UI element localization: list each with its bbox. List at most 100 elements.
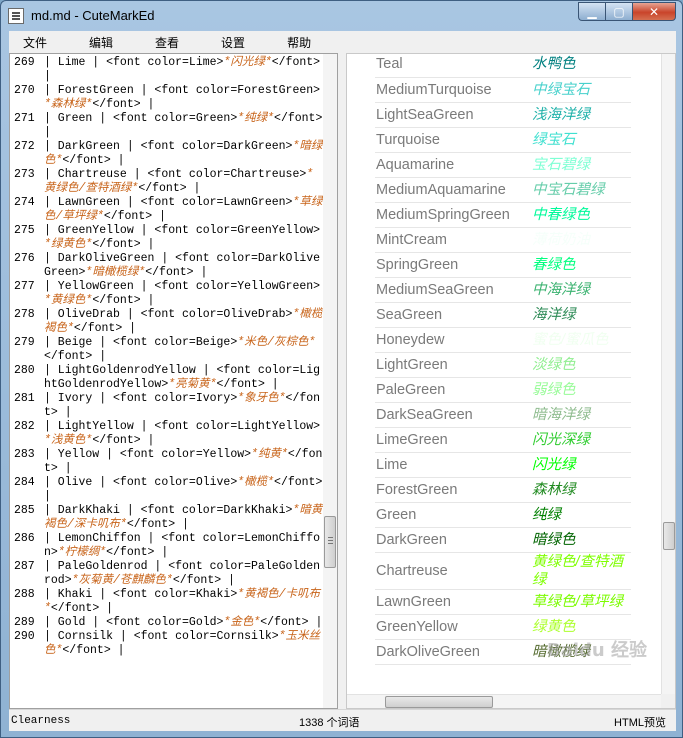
code-markup: | Cornsilk | <font color=Cornsilk> bbox=[44, 630, 279, 643]
color-name: LawnGreen bbox=[375, 589, 529, 615]
color-sample-label: 闪光深绿 bbox=[529, 427, 631, 453]
line-number: 278 bbox=[14, 308, 35, 321]
minimize-button[interactable]: ▁ bbox=[578, 2, 605, 21]
color-name: Green bbox=[375, 502, 529, 528]
code-text: | Chartreuse | <font color=Chartreuse>*黄… bbox=[44, 168, 324, 196]
code-emphasis: *灰菊黄/苍麒麟色* bbox=[71, 574, 173, 587]
code-emphasis: *金色* bbox=[223, 616, 261, 629]
code-markup: | Chartreuse | <font color=Chartreuse> bbox=[44, 168, 307, 181]
color-row: ForestGreen 森林绿 bbox=[375, 477, 631, 503]
color-row: LawnGreen 草绿色/草坪绿 bbox=[375, 589, 631, 615]
code-text: | Beige | <font color=Beige>*米色/灰棕色* </fo… bbox=[44, 336, 324, 364]
color-name: MediumTurquoise bbox=[375, 77, 529, 103]
code-markup-end: </font> | bbox=[50, 602, 114, 615]
markdown-editor[interactable]: 269 | Lime | <font color=Lime>*闪光绿*</font… bbox=[9, 53, 338, 709]
pane-splitter[interactable] bbox=[338, 53, 346, 709]
style-name: Clearness bbox=[11, 715, 71, 727]
code-markup-end: </font> | bbox=[126, 518, 189, 531]
code-markup: | ForestGreen | <font color=ForestGreen> bbox=[44, 84, 321, 97]
editor-line: 289 | Gold | <font color=Gold>*金色*</font>… bbox=[10, 616, 324, 630]
editor-line: 277 | YellowGreen | <font color=YellowGre… bbox=[10, 280, 324, 308]
color-sample-label: 中绿宝石 bbox=[529, 77, 631, 103]
color-row: PaleGreen 弱绿色 bbox=[375, 377, 631, 403]
watermark: Baidu 经验 bbox=[546, 640, 647, 661]
code-markup: | Green | <font color=Green> bbox=[44, 112, 238, 125]
editor-line: 272 | DarkGreen | <font color=DarkGreen>*… bbox=[10, 140, 324, 168]
menu-item[interactable]: 编辑 bbox=[75, 34, 127, 51]
code-emphasis: *橄榄* bbox=[237, 476, 275, 489]
color-name: DarkGreen bbox=[375, 527, 529, 553]
line-number: 285 bbox=[14, 504, 35, 517]
code-emphasis: *暗橄榄绿* bbox=[85, 266, 146, 279]
color-row: MediumSeaGreen 中海洋绿 bbox=[375, 277, 631, 303]
color-sample-label: 纯绿 bbox=[529, 502, 631, 528]
color-row: DarkSeaGreen 暗海洋绿 bbox=[375, 402, 631, 428]
editor-line: 275 | GreenYellow | <font color=GreenYell… bbox=[10, 224, 324, 252]
code-markup-end: </font> | bbox=[92, 238, 155, 251]
menu-item[interactable]: 文件 bbox=[9, 34, 61, 51]
code-emphasis: *绿黄色* bbox=[44, 238, 93, 251]
color-sample-label: 森林绿 bbox=[529, 477, 631, 503]
preview-scroll-thumb[interactable] bbox=[663, 522, 675, 550]
color-row: MintCream 薄荷奶油 bbox=[375, 227, 631, 253]
editor-line: 282 | LightYellow | <font color=LightYell… bbox=[10, 420, 324, 448]
preview-hscroll-thumb[interactable] bbox=[385, 696, 493, 708]
code-emphasis: *黄绿色* bbox=[44, 294, 93, 307]
color-name: ForestGreen bbox=[375, 477, 529, 503]
code-markup-end: </font> | bbox=[62, 644, 125, 657]
color-sample-label: 春绿色 bbox=[529, 252, 631, 278]
code-text: | Olive | <font color=Olive>*橄榄*</font> … bbox=[44, 476, 324, 504]
editor-line: 283 | Yellow | <font color=Yellow>*纯黄*</f… bbox=[10, 448, 324, 476]
maximize-button[interactable]: ▢ bbox=[605, 2, 632, 21]
color-name: Aquamarine bbox=[375, 152, 529, 178]
menu-item[interactable]: 查看 bbox=[141, 34, 193, 51]
code-text: | Cornsilk | <font color=Cornsilk>*玉米丝色*… bbox=[44, 630, 324, 658]
color-name: Teal bbox=[375, 54, 529, 78]
menu-item[interactable]: 帮助 bbox=[273, 34, 325, 51]
editor-line: 281 | Ivory | <font color=Ivory>*象牙色*</fo… bbox=[10, 392, 324, 420]
menu-item[interactable]: 设置 bbox=[207, 34, 259, 51]
color-name: LimeGreen bbox=[375, 427, 529, 453]
code-markup-end: </font> | bbox=[216, 378, 279, 391]
line-number: 277 bbox=[14, 280, 35, 293]
color-name: DarkSeaGreen bbox=[375, 402, 529, 428]
preview-horizontal-scrollbar[interactable] bbox=[347, 694, 661, 708]
line-number: 272 bbox=[14, 140, 35, 153]
code-markup: | Ivory | <font color=Ivory> bbox=[44, 392, 238, 405]
status-bar: Clearness 1338 个词语 HTML预览 bbox=[9, 709, 676, 731]
app-window: md.md - CuteMarkEd ▁ ▢ ✕ 文件 编辑 查看 设置 帮助 269 |… bbox=[0, 0, 683, 738]
color-name: LightSeaGreen bbox=[375, 102, 529, 128]
color-sample-label: 薄荷奶油 bbox=[529, 227, 631, 253]
editor-vertical-scrollbar[interactable] bbox=[323, 54, 337, 708]
color-row: Aquamarine 宝石碧绿 bbox=[375, 152, 631, 178]
editor-line: 286 | LemonChiffon | <font color=LemonChi… bbox=[10, 532, 324, 560]
code-emphasis: *亮菊黄* bbox=[168, 378, 217, 391]
color-row: MediumSpringGreen 中春绿色 bbox=[375, 202, 631, 228]
code-text: | ForestGreen | <font color=ForestGreen>… bbox=[44, 84, 324, 112]
code-markup: | DarkKhaki | <font color=DarkKhaki> bbox=[44, 504, 293, 517]
menu-bar: 文件 编辑 查看 设置 帮助 bbox=[9, 31, 676, 53]
color-name: Lime bbox=[375, 452, 529, 478]
editor-line: 290 | Cornsilk | <font color=Cornsilk>*玉米… bbox=[10, 630, 324, 658]
line-number: 280 bbox=[14, 364, 35, 377]
code-markup: | Gold | <font color=Gold> bbox=[44, 616, 224, 629]
code-text: | GreenYellow | <font color=GreenYellow>… bbox=[44, 224, 324, 252]
color-sample-label: 中春绿色 bbox=[529, 202, 631, 228]
code-markup-end: </font> | bbox=[103, 210, 166, 223]
color-name: SpringGreen bbox=[375, 252, 529, 278]
editor-scroll-thumb[interactable] bbox=[324, 516, 336, 568]
editor-line: 285 | DarkKhaki | <font color=DarkKhaki>*… bbox=[10, 504, 324, 532]
document-icon bbox=[8, 8, 24, 24]
line-number: 286 bbox=[14, 532, 35, 545]
preview-vertical-scrollbar[interactable] bbox=[661, 54, 675, 694]
title-bar[interactable]: md.md - CuteMarkEd ▁ ▢ ✕ bbox=[1, 1, 682, 31]
close-button[interactable]: ✕ bbox=[632, 2, 676, 21]
code-emphasis: *闪光绿* bbox=[223, 56, 272, 69]
window-title: md.md - CuteMarkEd bbox=[31, 8, 155, 23]
code-text: | DarkGreen | <font color=DarkGreen>*暗绿色… bbox=[44, 140, 324, 168]
line-number: 273 bbox=[14, 168, 35, 181]
editor-line: 270 | ForestGreen | <font color=ForestGre… bbox=[10, 84, 324, 112]
code-markup-end: </font> | bbox=[138, 182, 201, 195]
editor-line: 273 | Chartreuse | <font color=Chartreuse… bbox=[10, 168, 324, 196]
code-markup-end: </font> | bbox=[260, 616, 323, 629]
